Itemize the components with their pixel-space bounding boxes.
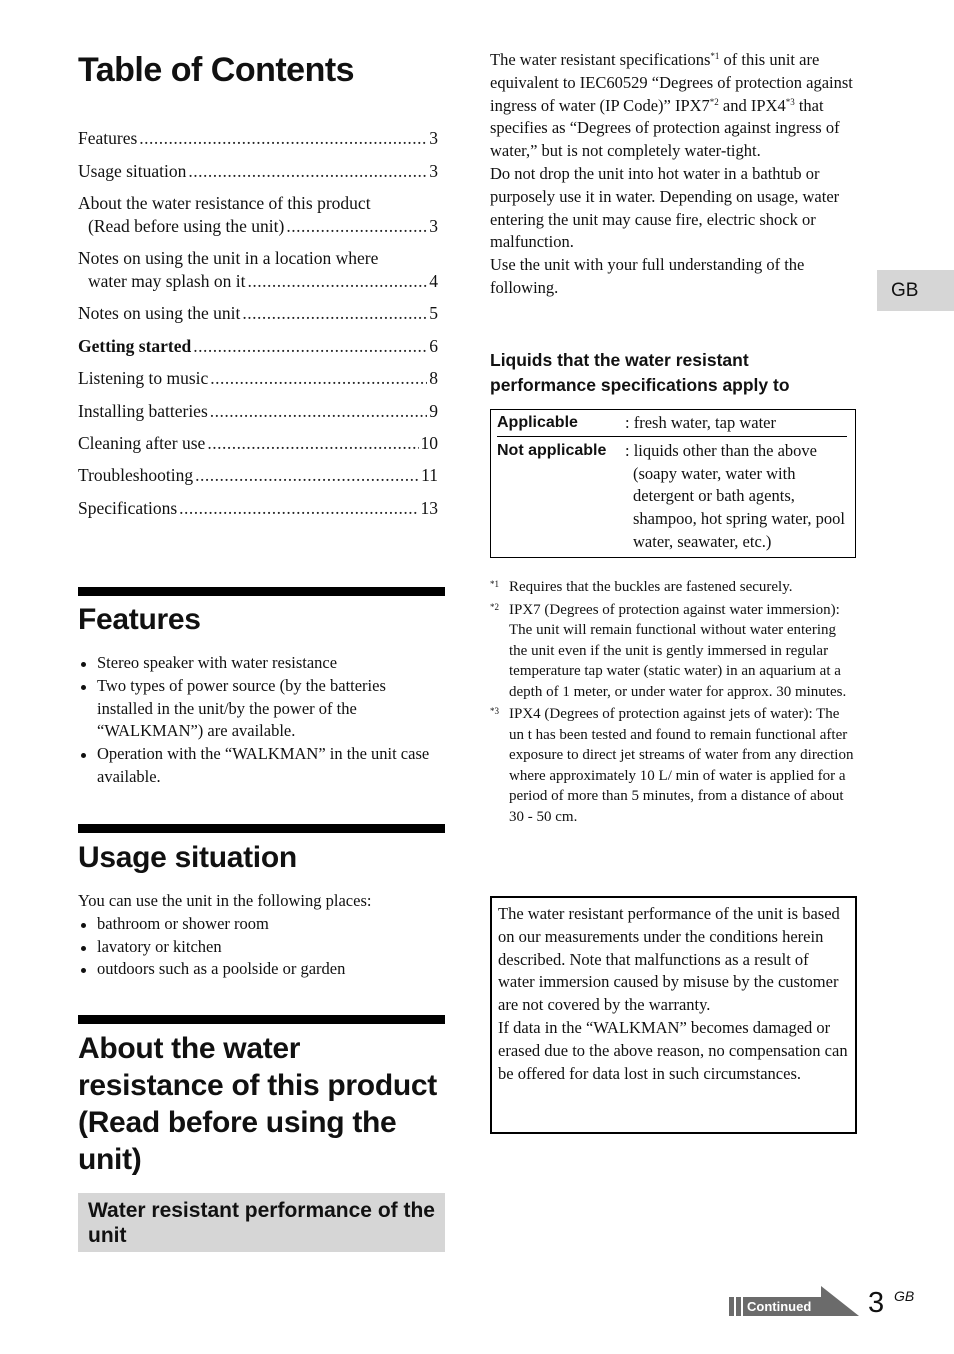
table-of-contents: Features 3 Usage situation 3 About the w… — [78, 127, 438, 520]
toc-item-page: 4 — [429, 271, 438, 291]
toc-leader-dots — [210, 367, 427, 390]
usage-heading: Usage situation — [78, 841, 297, 874]
footnote-ref: *3 — [785, 96, 795, 107]
toc-item-label: Notes on using the unit — [78, 303, 241, 323]
continued-label: Continued — [747, 1299, 812, 1314]
toc-leader-dots — [286, 215, 427, 238]
usage-section: You can use the unit in the following pl… — [78, 890, 445, 981]
toc-item-label: Features — [78, 128, 138, 148]
toc-item-label: water may splash on it — [88, 271, 246, 291]
toc-item-label: Getting started — [78, 336, 192, 356]
toc-item-page: 3 — [429, 128, 438, 148]
toc-leader-dots — [193, 335, 427, 358]
toc-item-page: 6 — [429, 336, 438, 356]
usage-list: bathroom or shower room lavatory or kitc… — [78, 913, 445, 981]
liquids-value: : liquids other than the above (soapy wa… — [625, 440, 845, 551]
footnote: *2 IPX7 (Degrees of protection against w… — [490, 600, 858, 703]
features-bullet: Stereo speaker with water resistance — [78, 652, 438, 675]
toc-leader-dots — [207, 432, 418, 455]
toc-item-page: 11 — [421, 465, 438, 485]
section-rule — [78, 1015, 445, 1024]
toc-leader-dots — [179, 497, 418, 520]
warning-paragraph: Do not drop the unit into hot water in a… — [490, 163, 840, 252]
usage-bullet: lavatory or kitchen — [78, 936, 445, 959]
warranty-notice-text: The water resistant performance of the u… — [498, 904, 840, 1015]
spec-paragraph: The water resistant specifications*1 of … — [490, 50, 853, 161]
section-rule — [78, 824, 445, 833]
toc-item[interactable]: Cleaning after use 10 — [78, 432, 438, 455]
toc-item-page: 3 — [429, 161, 438, 181]
toc-title: Table of Contents — [78, 51, 355, 89]
toc-item[interactable]: Listening to music 8 — [78, 367, 438, 390]
toc-item-label: Troubleshooting — [78, 465, 194, 485]
toc-leader-dots — [242, 302, 427, 325]
language-tab: GB — [877, 270, 954, 311]
toc-item[interactable]: Features 3 — [78, 127, 438, 150]
toc-leader-dots — [247, 270, 427, 293]
toc-leader-dots — [139, 127, 427, 150]
footnote-mark: *2 — [490, 601, 499, 612]
footnote-text: IPX7 (Degrees of protection against wate… — [509, 601, 847, 700]
usage-bullet: bathroom or shower room — [78, 913, 445, 936]
features-list: Stereo speaker with water resistance Two… — [78, 652, 438, 789]
intro-paragraphs: The water resistant specifications*1 of … — [490, 49, 860, 300]
usage-intro: You can use the unit in the following pl… — [78, 891, 372, 910]
footnote-text: Requires that the buckles are fastened s… — [509, 579, 793, 595]
features-heading: Features — [78, 603, 201, 636]
data-loss-notice-text: If data in the “WALKMAN” becomes damaged… — [498, 1017, 848, 1083]
footnote: *3 IPX4 (Degrees of protection against j… — [490, 704, 858, 827]
toc-item-label-line1: Notes on using the unit in a location wh… — [78, 248, 379, 268]
footnote-text: IPX4 (Degrees of protection against jets… — [509, 706, 854, 825]
toc-item-page: 10 — [420, 433, 439, 453]
features-bullet: Operation with the “WALKMAN” in the unit… — [78, 743, 438, 789]
toc-item-page: 5 — [429, 303, 438, 323]
toc-item-page: 8 — [429, 368, 438, 388]
footnotes: *1 Requires that the buckles are fastene… — [490, 577, 858, 829]
usage-bullet: outdoors such as a poolside or garden — [78, 958, 445, 981]
toc-item-page: 13 — [420, 498, 439, 518]
toc-item[interactable]: Getting started 6 — [78, 335, 438, 358]
toc-leader-dots — [195, 464, 419, 487]
understanding-paragraph: Use the unit with your full understandin… — [490, 255, 805, 297]
toc-item[interactable]: Notes on using the unit 5 — [78, 302, 438, 325]
continued-indicator: Continued — [729, 1286, 859, 1317]
liquids-table: Applicable : fresh water, tap water Not … — [490, 409, 856, 558]
section-rule — [78, 587, 445, 596]
toc-item-label: (Read before using the unit) — [88, 216, 285, 236]
toc-item-page: 3 — [429, 216, 438, 236]
toc-item[interactable]: Troubleshooting 11 — [78, 464, 438, 487]
toc-item-label: Specifications — [78, 498, 178, 518]
liquids-row-applicable: Applicable : fresh water, tap water — [497, 412, 847, 437]
arrow-right-icon — [821, 1286, 859, 1316]
toc-item[interactable]: Installing batteries 9 — [78, 400, 438, 423]
toc-item-label: Listening to music — [78, 368, 209, 388]
page-language-suffix: GB — [894, 1288, 915, 1304]
liquids-key: Not applicable — [497, 441, 607, 459]
footnote-mark: *1 — [490, 579, 499, 589]
footnote-ref: *2 — [709, 96, 719, 107]
toc-item-page: 9 — [429, 401, 438, 421]
toc-item-label-line1: About the water resistance of this produ… — [78, 193, 371, 213]
water-resistance-heading: About the water resistance of this produ… — [78, 1032, 437, 1176]
toc-leader-dots — [210, 400, 427, 423]
warranty-notice-box: The water resistant performance of the u… — [490, 896, 857, 1134]
toc-item-label: Cleaning after use — [78, 433, 206, 453]
toc-item[interactable]: About the water resistance of this produ… — [78, 192, 438, 238]
liquids-key: Applicable — [497, 414, 578, 431]
footnote-mark: *3 — [490, 706, 499, 716]
page-number: 3 — [868, 1287, 885, 1319]
toc-item[interactable]: Specifications 13 — [78, 497, 438, 520]
liquids-value: : fresh water, tap water — [625, 413, 776, 432]
liquids-heading: Liquids that the water resistant perform… — [490, 350, 790, 395]
toc-leader-dots — [188, 160, 427, 183]
features-bullet: Two types of power source (by the batter… — [78, 675, 438, 743]
toc-item[interactable]: Notes on using the unit in a location wh… — [78, 247, 438, 293]
toc-item-label: Usage situation — [78, 161, 187, 181]
toc-item-label: Installing batteries — [78, 401, 208, 421]
toc-item[interactable]: Usage situation 3 — [78, 160, 438, 183]
footnote: *1 Requires that the buckles are fastene… — [490, 577, 858, 598]
water-performance-subheading: Water resistant performance of the unit — [78, 1193, 445, 1252]
liquids-row-not-applicable: Not applicable : liquids other than the … — [497, 440, 847, 554]
